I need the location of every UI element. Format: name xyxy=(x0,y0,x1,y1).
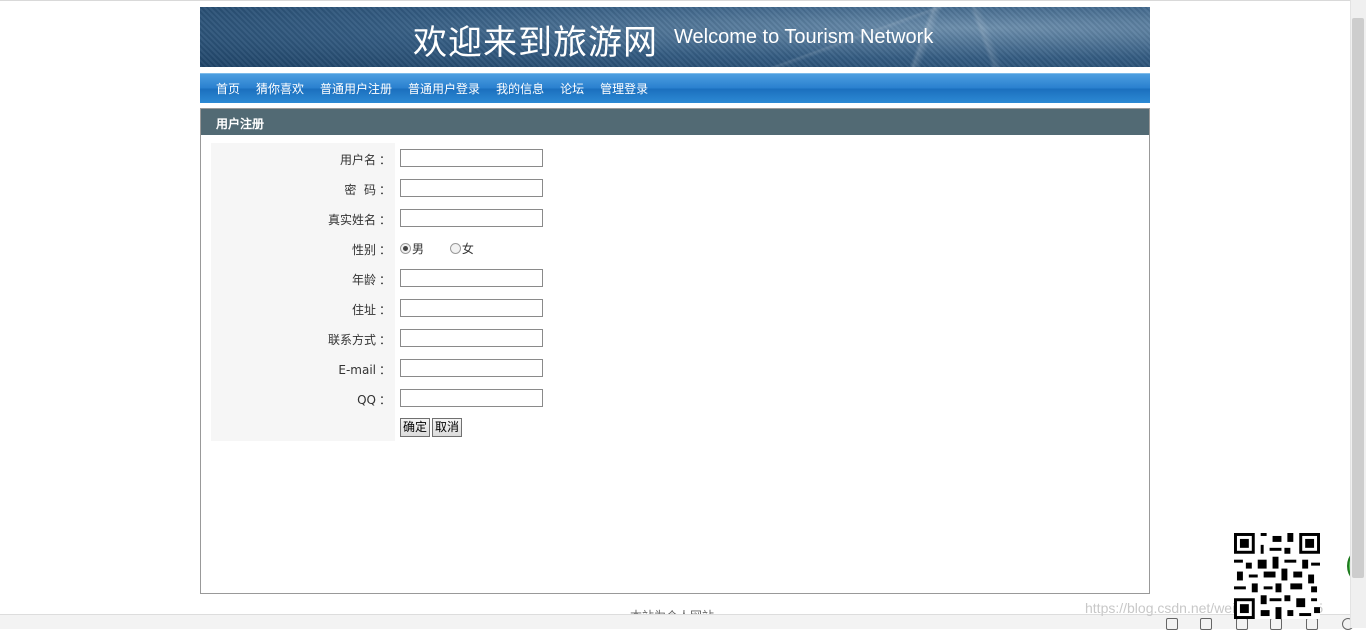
address-label: 住址： xyxy=(351,303,391,317)
nav-item-home[interactable]: 首页 xyxy=(216,80,240,97)
radio-male[interactable] xyxy=(400,243,411,254)
contact-label: 联系方式： xyxy=(327,333,391,347)
gender-female-label: 女 xyxy=(461,242,474,256)
gender-radio-group: 男 女 xyxy=(400,240,496,257)
username-label: 用户名： xyxy=(339,153,391,167)
form-row-username: 用户名： xyxy=(201,149,601,169)
password-label: 密 码： xyxy=(344,183,391,197)
gender-option-male[interactable]: 男 xyxy=(400,240,424,257)
submit-button[interactable]: 确定 xyxy=(400,418,431,437)
share-icon[interactable] xyxy=(1166,618,1178,630)
address-input[interactable] xyxy=(400,299,543,317)
nav-item-recommend[interactable]: 猜你喜欢 xyxy=(256,80,304,97)
qq-label: QQ： xyxy=(357,393,391,407)
cancel-button[interactable]: 取消 xyxy=(432,418,463,437)
page-container: 欢迎来到旅游网 Welcome to Tourism Network 首页 猜你… xyxy=(200,7,1150,594)
delete-icon[interactable] xyxy=(1236,618,1248,630)
nav-item-register[interactable]: 普通用户注册 xyxy=(320,80,392,97)
form-row-actions: 确定 取消 xyxy=(201,418,601,438)
form-row-qq: QQ： xyxy=(201,389,601,409)
email-input[interactable] xyxy=(400,359,543,377)
window-icon[interactable] xyxy=(1306,618,1318,630)
qq-input[interactable] xyxy=(400,389,543,407)
refresh-icon[interactable] xyxy=(1200,618,1212,630)
scrollbar-thumb[interactable] xyxy=(1352,18,1364,578)
realname-label: 真实姓名： xyxy=(327,213,391,227)
banner-title-cn: 欢迎来到旅游网 xyxy=(413,23,658,63)
nav-item-admin-login[interactable]: 管理登录 xyxy=(600,80,648,97)
password-input[interactable] xyxy=(400,179,543,197)
qr-code-icon xyxy=(1234,533,1320,619)
panel-title: 用户注册 xyxy=(201,109,1149,135)
nav-item-login[interactable]: 普通用户登录 xyxy=(408,80,480,97)
form-row-gender: 性别： 男 女 xyxy=(201,239,601,259)
register-panel: 用户注册 用户名： 密 码： 真实姓名： 性别： 男 女 年龄： 住址： 联系方… xyxy=(200,108,1150,594)
form-row-address: 住址： xyxy=(201,299,601,319)
form-row-contact: 联系方式： xyxy=(201,329,601,349)
form-row-password: 密 码： xyxy=(201,179,601,199)
radio-female[interactable] xyxy=(449,243,461,254)
form-row-email: E-mail： xyxy=(201,359,601,379)
banner-title-en: Welcome to Tourism Network xyxy=(674,26,934,48)
browser-top-border xyxy=(0,0,1350,1)
form-row-realname: 真实姓名： xyxy=(201,209,601,229)
username-input[interactable] xyxy=(400,149,543,167)
gender-option-female[interactable]: 女 xyxy=(449,240,474,257)
gender-label: 性别： xyxy=(351,243,391,257)
email-label: E-mail： xyxy=(338,363,391,377)
age-input[interactable] xyxy=(400,269,543,287)
header-banner: 欢迎来到旅游网 Welcome to Tourism Network xyxy=(200,7,1150,67)
main-nav: 首页 猜你喜欢 普通用户注册 普通用户登录 我的信息 论坛 管理登录 xyxy=(200,73,1150,103)
browser-status-bar xyxy=(0,614,1350,629)
realname-input[interactable] xyxy=(400,209,543,227)
gender-male-label: 男 xyxy=(412,242,425,256)
form-row-age: 年龄： xyxy=(201,269,601,289)
age-label: 年龄： xyxy=(351,273,391,287)
nav-item-forum[interactable]: 论坛 xyxy=(560,80,584,97)
sound-icon[interactable] xyxy=(1270,618,1282,630)
contact-input[interactable] xyxy=(400,329,543,347)
nav-item-my-info[interactable]: 我的信息 xyxy=(496,80,544,97)
